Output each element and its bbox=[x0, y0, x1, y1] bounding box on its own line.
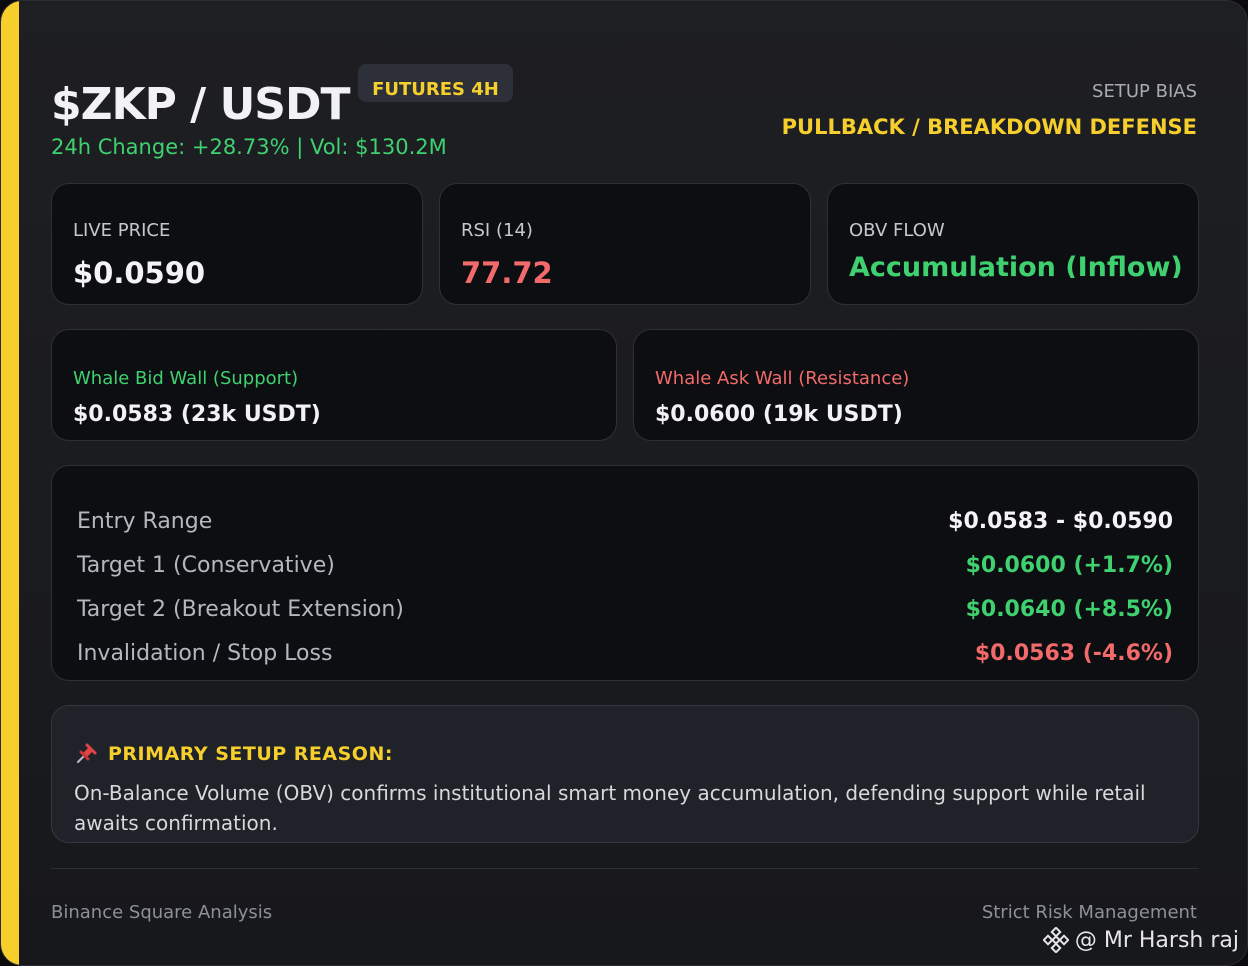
reason-text: On-Balance Volume (OBV) confirms institu… bbox=[74, 781, 1146, 835]
stat-label: LIVE PRICE bbox=[73, 220, 171, 241]
footer-divider bbox=[51, 868, 1199, 869]
setup-bias-value: PULLBACK / BREAKDOWN DEFENSE bbox=[781, 115, 1197, 139]
level-label: Target 2 (Breakout Extension) bbox=[77, 596, 404, 622]
rsi-card: RSI (14) 77.72 bbox=[439, 183, 811, 305]
bid-wall-value: $0.0583 (23k USDT) bbox=[73, 402, 321, 427]
pushpin-icon bbox=[77, 743, 97, 763]
level-label: Entry Range bbox=[77, 508, 213, 534]
level-value: $0.0640 (+8.5%) bbox=[965, 596, 1173, 622]
setup-bias-label: SETUP BIAS bbox=[1092, 81, 1197, 102]
level-value: $0.0563 (-4.6%) bbox=[974, 640, 1173, 666]
stat-value: 77.72 bbox=[461, 256, 553, 290]
whale-ask-wall-card: Whale Ask Wall (Resistance) $0.0600 (19k… bbox=[633, 329, 1199, 441]
analysis-card: $ZKP / USDT FUTURES 4H 24h Change: +28.7… bbox=[0, 0, 1248, 966]
live-price-card: LIVE PRICE $0.0590 bbox=[51, 183, 423, 305]
stat-label: RSI (14) bbox=[461, 220, 533, 241]
ask-wall-label: Whale Ask Wall (Resistance) bbox=[655, 368, 910, 389]
bid-wall-label: Whale Bid Wall (Support) bbox=[73, 368, 299, 389]
level-value: $0.0583 - $0.0590 bbox=[948, 508, 1173, 534]
binance-logo-icon bbox=[1042, 927, 1069, 953]
watermark-text: @ Mr Harsh raj bbox=[1074, 927, 1239, 953]
accent-bar bbox=[1, 1, 19, 965]
level-row-stop-loss: Invalidation / Stop Loss $0.0563 (-4.6%) bbox=[77, 638, 1173, 668]
footer-source: Binance Square Analysis bbox=[51, 902, 273, 923]
whale-bid-wall-card: Whale Bid Wall (Support) $0.0583 (23k US… bbox=[51, 329, 617, 441]
setup-reason-panel: PRIMARY SETUP REASON: On-Balance Volume … bbox=[51, 705, 1199, 843]
level-label: Target 1 (Conservative) bbox=[77, 552, 335, 578]
pair-title: $ZKP / USDT bbox=[51, 79, 351, 130]
timeframe-badge: FUTURES 4H bbox=[358, 64, 513, 102]
level-row-target-2: Target 2 (Breakout Extension) $0.0640 (+… bbox=[77, 594, 1173, 624]
reason-title: PRIMARY SETUP REASON: bbox=[108, 743, 393, 765]
obv-flow-card: OBV FLOW Accumulation (Inflow) bbox=[827, 183, 1199, 305]
author-watermark: @ Mr Harsh raj bbox=[1042, 927, 1239, 953]
stat-label: OBV FLOW bbox=[849, 220, 945, 241]
reason-heading: PRIMARY SETUP REASON: bbox=[74, 742, 393, 766]
stat-value: Accumulation (Inflow) bbox=[849, 252, 1183, 278]
stat-value: $0.0590 bbox=[73, 256, 206, 290]
level-value: $0.0600 (+1.7%) bbox=[965, 552, 1173, 578]
change-volume-text: 24h Change: +28.73% | Vol: $130.2M bbox=[51, 135, 447, 159]
level-label: Invalidation / Stop Loss bbox=[77, 640, 333, 666]
level-row-target-1: Target 1 (Conservative) $0.0600 (+1.7%) bbox=[77, 550, 1173, 580]
trade-levels-panel: Entry Range $0.0583 - $0.0590 Target 1 (… bbox=[51, 465, 1199, 681]
ask-wall-value: $0.0600 (19k USDT) bbox=[655, 402, 903, 427]
footer-note: Strict Risk Management bbox=[981, 902, 1197, 923]
level-row-entry: Entry Range $0.0583 - $0.0590 bbox=[77, 506, 1173, 536]
